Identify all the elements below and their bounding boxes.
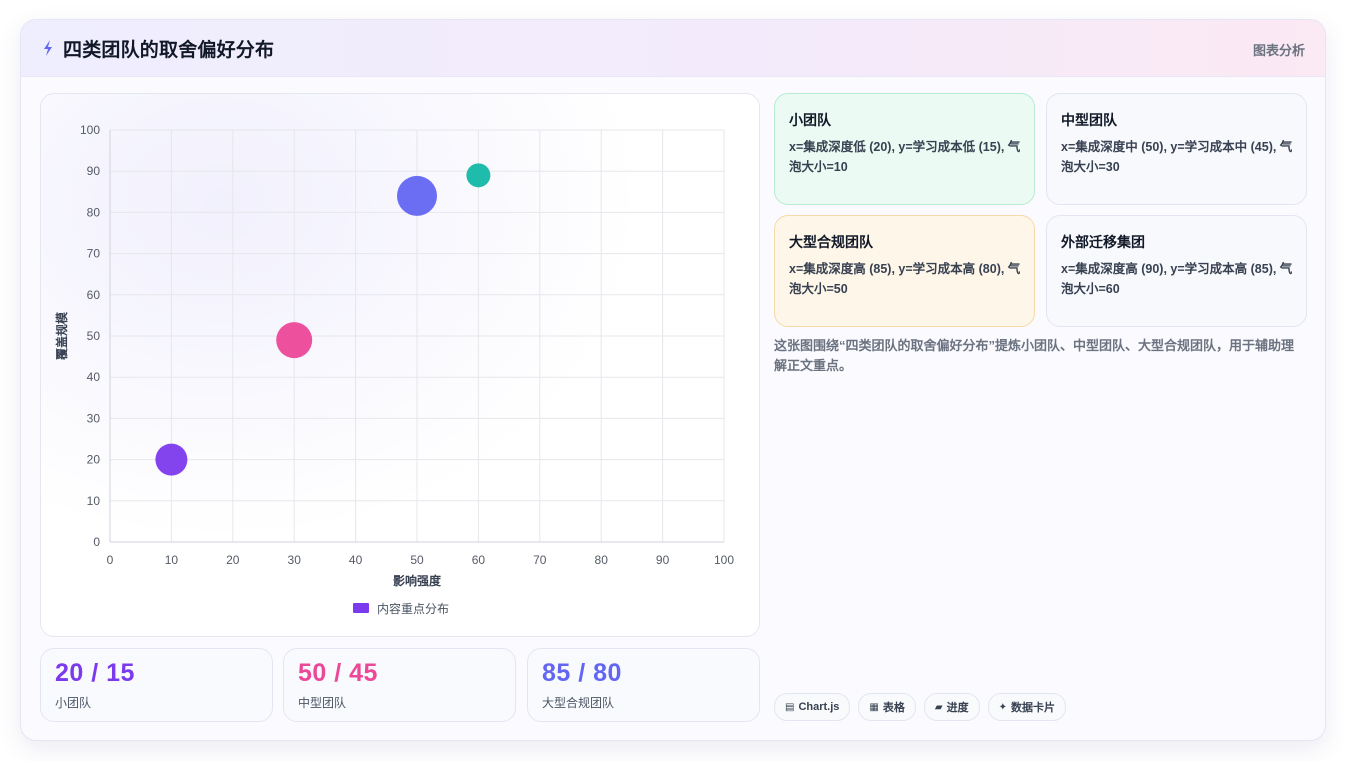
y-tick-label: 90 xyxy=(87,164,101,178)
tag-label: Chart.js xyxy=(798,701,840,713)
y-tick-label: 60 xyxy=(87,288,101,302)
bubble-point xyxy=(155,443,188,476)
x-tick-label: 50 xyxy=(410,553,424,567)
bubble-chart-panel: 0 10 20 30 40 50 60 70 80 90 100 0 10 20 30 40 50 60 70 80 9… xyxy=(40,93,760,637)
info-card-small-team: 小团队 x=集成深度低 (20), y=学习成本低 (15), 气泡大小=10 xyxy=(774,93,1035,205)
bubble-point xyxy=(466,163,491,188)
bubble-point xyxy=(397,175,437,216)
sparkle-bolt-icon xyxy=(44,40,52,56)
tag-label: 进度 xyxy=(946,702,969,714)
info-card-title: 大型合规团队 xyxy=(789,234,873,250)
sparkle-icon: ✦ xyxy=(998,701,1007,713)
tag-chartjs[interactable]: ▤ Chart.js xyxy=(774,693,851,721)
tag-list: ▤ Chart.js ▦ 表格 ▰ 进度 ✦ 数据卡片 xyxy=(774,693,1066,721)
x-tick-label: 80 xyxy=(595,553,609,567)
x-tick-label: 20 xyxy=(226,553,240,567)
x-tick-label: 100 xyxy=(714,553,734,567)
y-tick-label: 20 xyxy=(87,453,101,467)
stat-card-large-team: 85 / 80 大型合规团队 xyxy=(527,648,760,722)
x-tick-label: 60 xyxy=(472,553,486,567)
card-header: 四类团队的取舍偏好分布 图表分析 xyxy=(21,20,1325,77)
bubble-chart: 0 10 20 30 40 50 60 70 80 90 100 0 10 20 30 40 50 60 70 80 9… xyxy=(54,123,734,588)
stat-label: 小团队 xyxy=(55,696,92,710)
chart-analysis-label[interactable]: 图表分析 xyxy=(1253,40,1305,59)
info-card-large-compliance-team: 大型合规团队 x=集成深度高 (85), y=学习成本高 (80), 气泡大小=… xyxy=(774,215,1035,327)
x-tick-label: 40 xyxy=(349,553,363,567)
info-card-external-migration-group: 外部迁移集团 x=集成深度高 (90), y=学习成本高 (85), 气泡大小=… xyxy=(1046,215,1307,327)
info-card-title: 中型团队 xyxy=(1061,112,1117,128)
stat-value: 85 / 80 xyxy=(542,659,622,687)
info-card-body: x=集成深度高 (85), y=学习成本高 (80), 气泡大小=50 xyxy=(789,262,1021,296)
chart-icon: ▤ xyxy=(785,701,795,713)
x-tick-label: 10 xyxy=(165,553,179,567)
x-tick-label: 90 xyxy=(656,553,670,567)
legend-label: 内容重点分布 xyxy=(377,601,450,616)
info-card-body: x=集成深度高 (90), y=学习成本高 (85), 气泡大小=60 xyxy=(1061,262,1293,296)
legend-swatch xyxy=(353,603,369,613)
chart-description: 这张图围绕“四类团队的取舍偏好分布”提炼小团队、中型团队、大型合规团队，用于辅助… xyxy=(774,338,1295,373)
table-icon: ▦ xyxy=(869,701,879,713)
tag-table[interactable]: ▦ 表格 xyxy=(858,693,916,721)
info-card-title: 外部迁移集团 xyxy=(1061,234,1145,250)
page: 四类团队的取舍偏好分布 图表分析 0 10 20 30 40 50 60 70 80 90 100 0… xyxy=(0,0,1345,761)
y-axis-title: 覆盖规模 xyxy=(54,311,69,361)
chart-legend[interactable]: 内容重点分布 xyxy=(353,599,449,617)
chart-card: 四类团队的取舍偏好分布 图表分析 0 10 20 30 40 50 60 70 80 90 100 0… xyxy=(20,19,1326,741)
stat-card-mid-team: 50 / 45 中型团队 xyxy=(283,648,516,722)
bubble-point xyxy=(276,322,313,359)
y-tick-label: 10 xyxy=(87,494,101,508)
y-tick-label: 0 xyxy=(93,535,100,549)
y-tick-label: 40 xyxy=(87,370,101,384)
stat-label: 大型合规团队 xyxy=(542,696,615,710)
tag-progress[interactable]: ▰ 进度 xyxy=(923,693,980,721)
tag-label: 数据卡片 xyxy=(1010,702,1055,714)
stat-card-small-team: 20 / 15 小团队 xyxy=(40,648,273,722)
stat-value: 20 / 15 xyxy=(55,659,135,687)
y-tick-label: 70 xyxy=(87,247,101,261)
x-axis-title: 影响强度 xyxy=(393,573,442,588)
stat-label: 中型团队 xyxy=(298,696,347,710)
info-card-body: x=集成深度中 (50), y=学习成本中 (45), 气泡大小=30 xyxy=(1061,140,1293,174)
info-card-body: x=集成深度低 (20), y=学习成本低 (15), 气泡大小=10 xyxy=(789,140,1021,174)
y-tick-label: 50 xyxy=(87,329,101,343)
y-tick-label: 80 xyxy=(87,205,101,219)
x-tick-label: 70 xyxy=(533,553,547,567)
info-card-mid-team: 中型团队 x=集成深度中 (50), y=学习成本中 (45), 气泡大小=30 xyxy=(1046,93,1307,205)
page-title: 四类团队的取舍偏好分布 xyxy=(63,40,275,61)
x-tick-label: 30 xyxy=(288,553,302,567)
tag-data-card[interactable]: ✦ 数据卡片 xyxy=(987,693,1066,721)
y-tick-label: 100 xyxy=(80,123,100,137)
info-card-title: 小团队 xyxy=(789,112,831,128)
y-tick-label: 30 xyxy=(87,411,101,425)
tag-label: 表格 xyxy=(882,702,905,714)
progress-icon: ▰ xyxy=(934,701,943,713)
x-tick-label: 0 xyxy=(107,553,114,567)
stat-value: 50 / 45 xyxy=(298,659,378,687)
